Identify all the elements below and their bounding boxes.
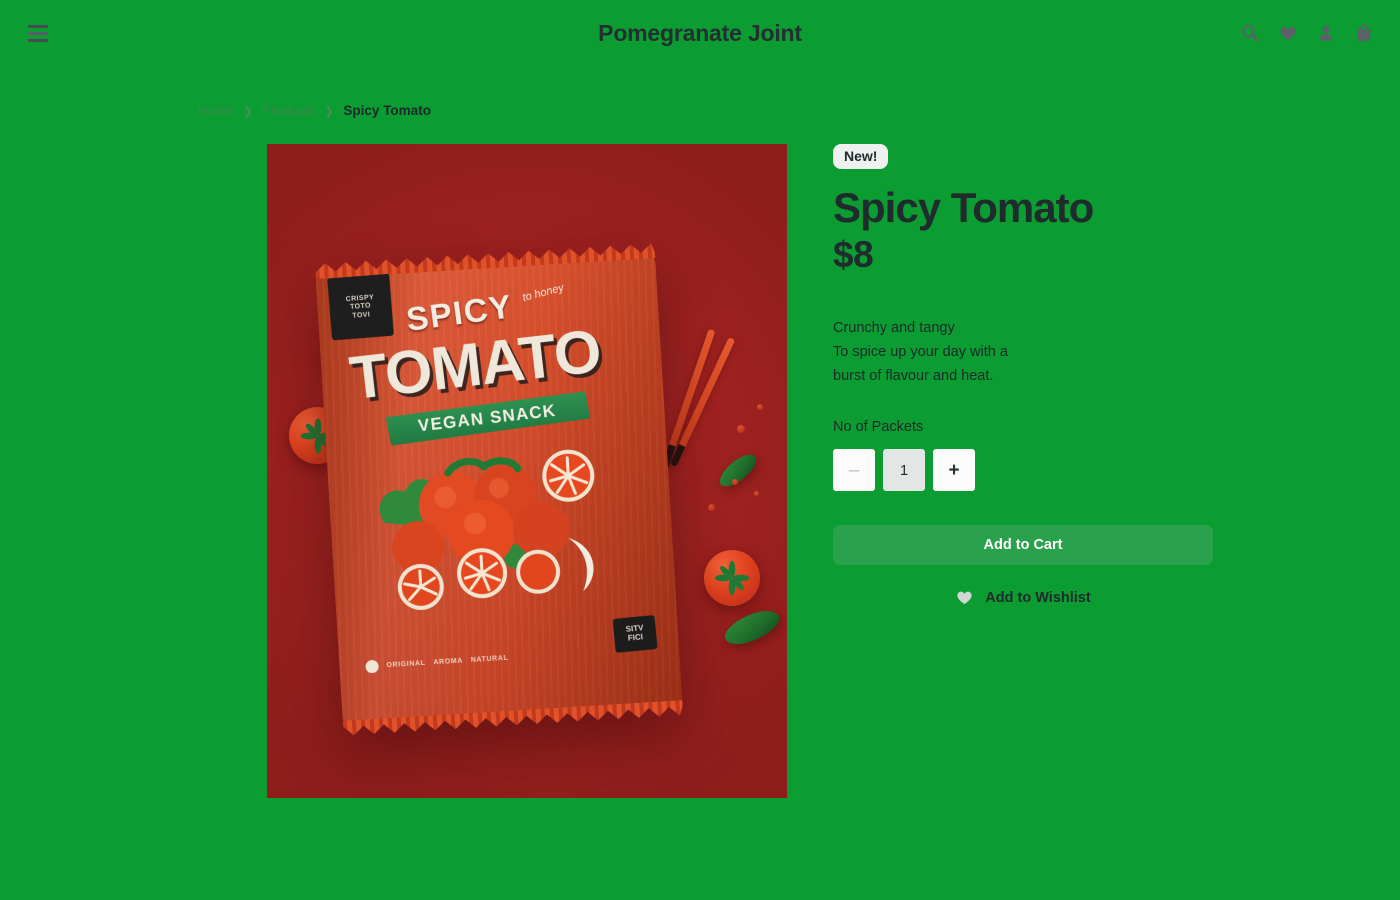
packet-corner-badge: SITV FICI — [612, 615, 658, 653]
product-area: CRISPY TOTO TOVI SPICY to honey TOMATO V… — [267, 144, 1213, 799]
packet-footer-text-2: AROMA — [433, 657, 464, 667]
product-description-line-1: Crunchy and tangy — [833, 320, 955, 337]
menu-line-middle — [28, 31, 48, 35]
status-badge: New! — [833, 144, 889, 169]
packet-brand-tab: CRISPY TOTO TOVI — [327, 273, 394, 341]
quantity-input[interactable] — [883, 449, 925, 492]
heart-icon — [955, 588, 974, 609]
product-description-line-3: burst of flavour and heat. — [833, 368, 994, 385]
breadcrumb: Home ❯ Products ❯ Spicy Tomato — [198, 103, 431, 118]
tomato-leaf-icon — [714, 560, 750, 596]
menu-line-top — [28, 24, 48, 28]
packet-tab-line-3: TOVI — [352, 311, 371, 320]
breadcrumb-separator: ❯ — [243, 103, 253, 118]
breadcrumb-item-current: Spicy Tomato — [343, 103, 431, 118]
breadcrumb-separator: ❯ — [325, 103, 334, 118]
breadcrumb-item-home[interactable]: Home — [198, 103, 234, 118]
increase-quantity-button[interactable]: + — [933, 449, 975, 492]
decorative-chilli — [720, 604, 784, 651]
menu-line-bottom — [28, 38, 48, 42]
site-header: Pomegranate Joint — [0, 0, 1400, 66]
quantity-label: No of Packets — [833, 419, 924, 436]
decorative-speck — [737, 425, 745, 433]
decorative-speck — [708, 504, 715, 511]
heart-icon[interactable] — [1278, 23, 1298, 43]
product-image-backdrop: CRISPY TOTO TOVI SPICY to honey TOMATO V… — [267, 144, 787, 798]
header-actions — [1240, 23, 1374, 43]
decorative-speck — [757, 404, 763, 410]
product-details: New! Spicy Tomato $8 Crunchy and tangy T… — [833, 144, 1213, 611]
product-title: Spicy Tomato — [833, 184, 1094, 231]
hamburger-menu-icon[interactable] — [28, 20, 54, 46]
decorative-speck — [732, 479, 738, 485]
user-icon[interactable] — [1316, 23, 1336, 43]
shopping-bag-icon[interactable] — [1354, 23, 1374, 43]
product-image[interactable]: CRISPY TOTO TOVI SPICY to honey TOMATO V… — [267, 144, 787, 798]
decorative-speck — [754, 491, 759, 496]
search-icon[interactable] — [1240, 23, 1260, 43]
add-to-wishlist-label: Add to Wishlist — [985, 590, 1091, 607]
packet-tomato-artwork — [379, 449, 595, 610]
product-description-line-2: To spice up your day with a — [833, 344, 1008, 361]
breadcrumb-item-products[interactable]: Products — [262, 103, 315, 118]
product-price: $8 — [833, 234, 874, 276]
packet-footer-dot — [365, 659, 379, 674]
decrease-quantity-button[interactable]: – — [833, 449, 875, 492]
snack-packet: CRISPY TOTO TOVI SPICY to honey TOMATO V… — [315, 252, 682, 727]
decorative-tomato — [704, 550, 760, 606]
decorative-chilli — [715, 449, 761, 492]
quantity-stepper: – + — [833, 449, 1213, 492]
packet-badge-line-2: FICI — [627, 632, 644, 643]
product-description: Crunchy and tangy To spice up your day w… — [833, 316, 1213, 388]
page-title: Pomegranate Joint — [598, 19, 802, 46]
add-to-cart-button[interactable]: Add to Cart — [833, 525, 1213, 566]
packet-footer-text-3: NATURAL — [470, 654, 509, 665]
add-to-wishlist-button[interactable]: Add to Wishlist — [833, 585, 1213, 611]
packet-footer-text-1: ORIGINAL — [386, 659, 426, 670]
